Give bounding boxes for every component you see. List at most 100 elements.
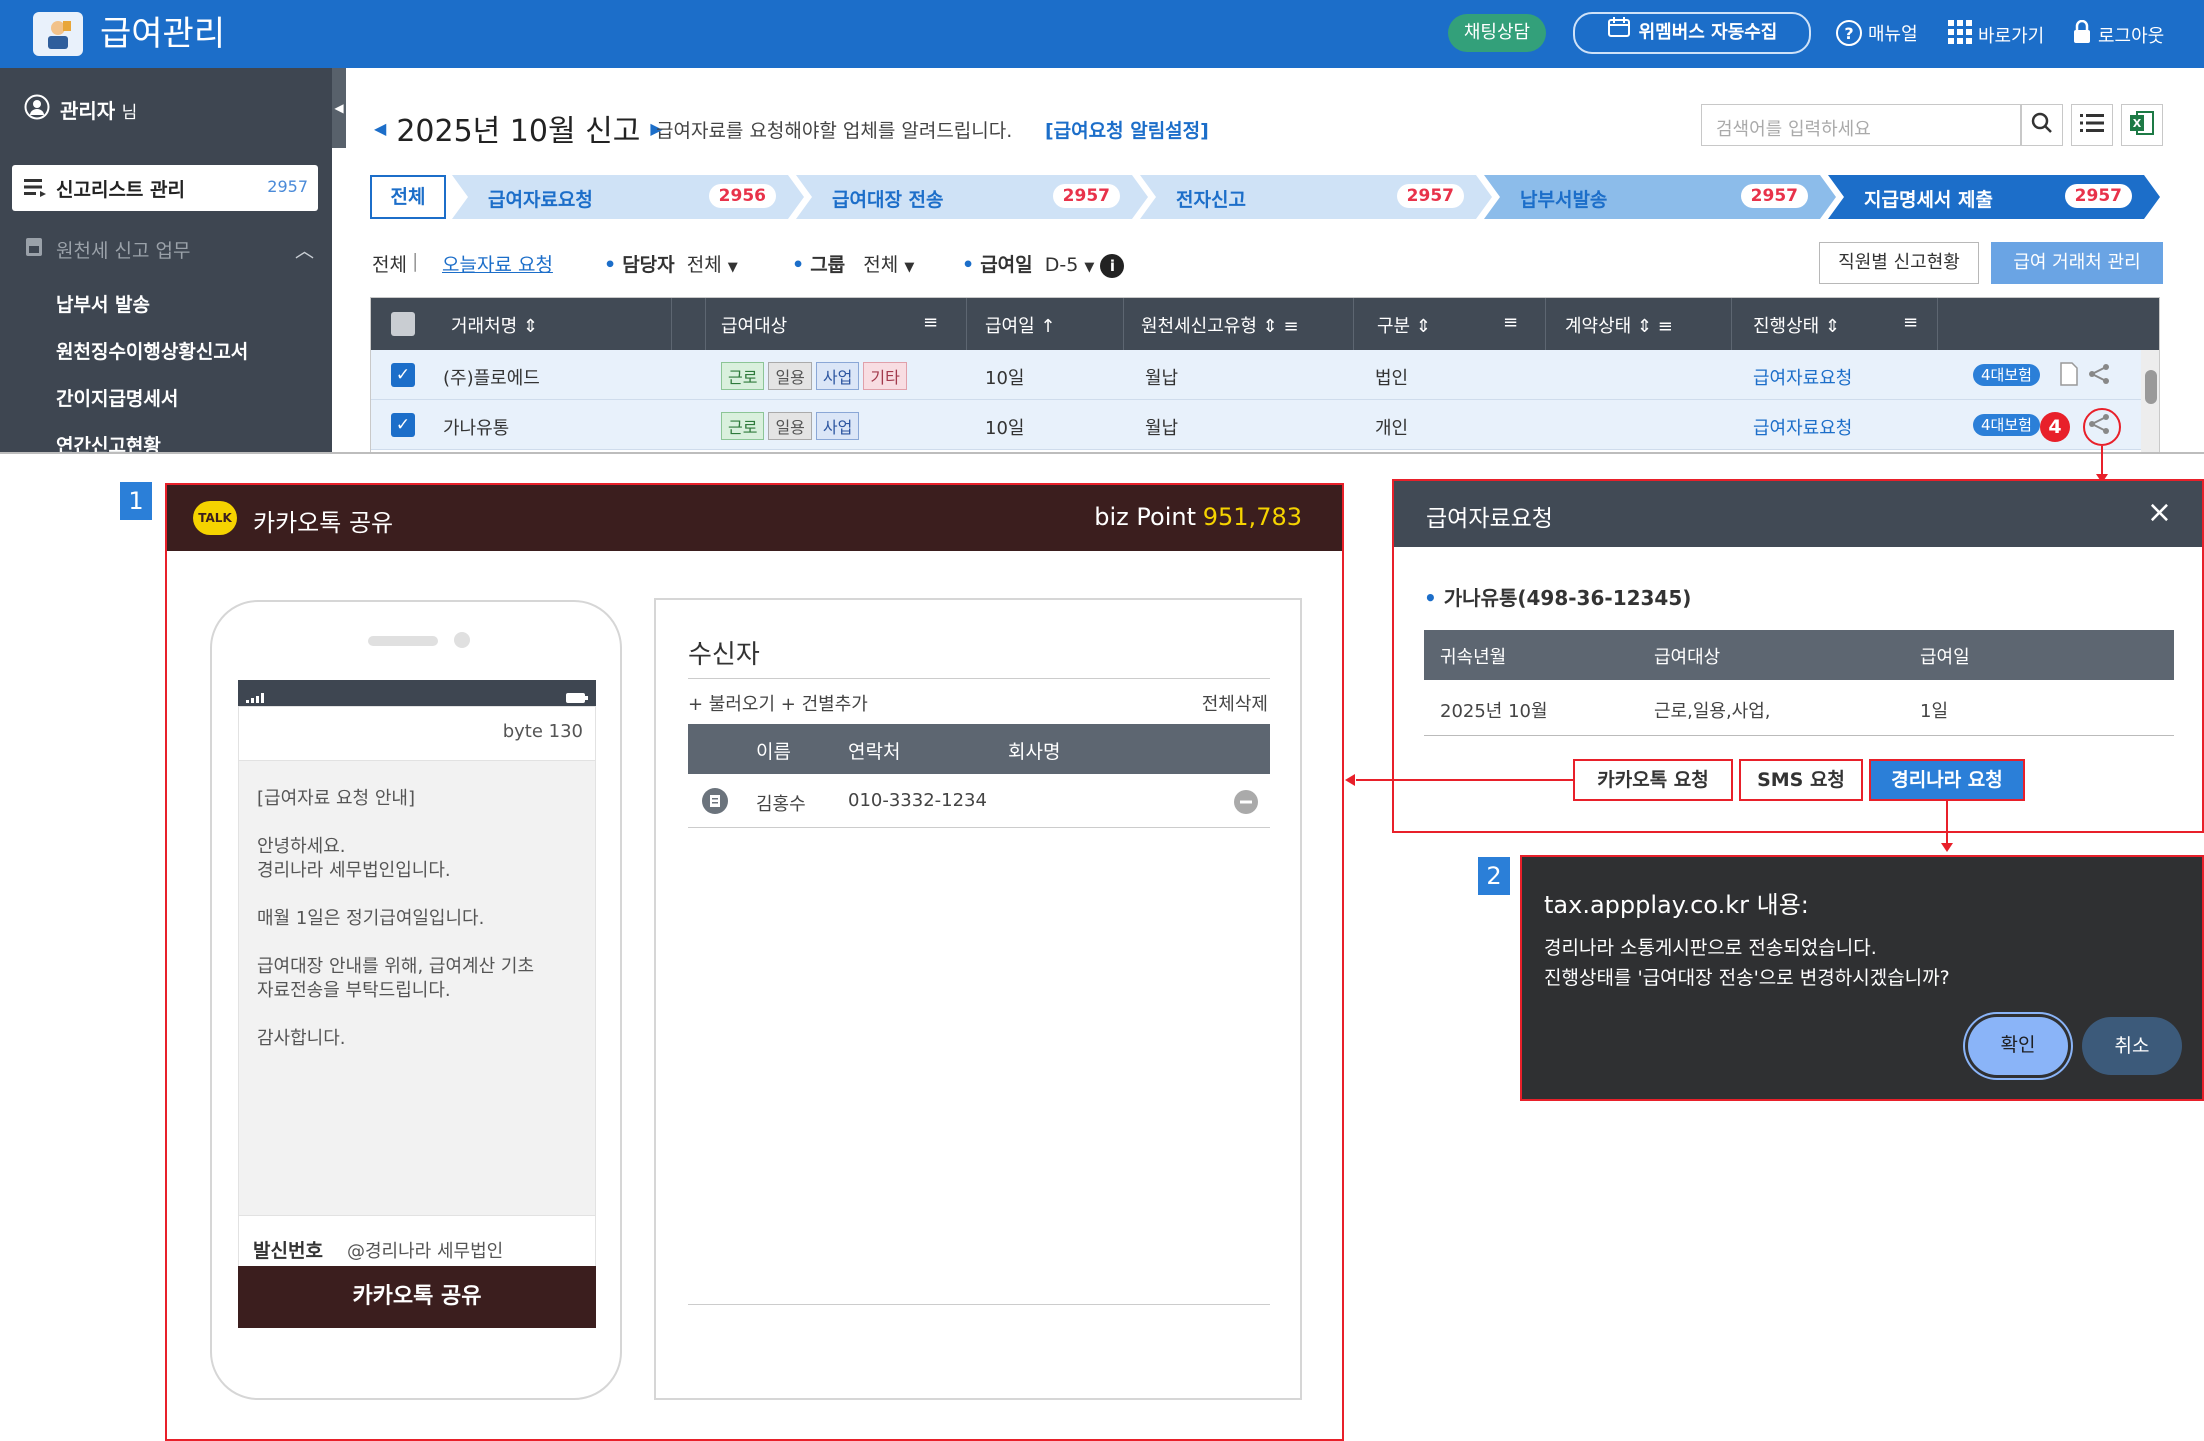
document-icon[interactable] (2059, 362, 2079, 391)
sidebar-item-simple-statement[interactable]: 간이지급명세서 (56, 384, 178, 411)
filter-all[interactable]: 전체 (372, 250, 407, 277)
phone-preview: byte 130 [급여자료 요청 안내] 안녕하세요. 경리나라 세무법인입니… (210, 600, 622, 1400)
step-payroll-ledger[interactable]: 급여대장 전송 2957 (796, 175, 1148, 219)
select-all-checkbox[interactable] (391, 312, 415, 336)
status-link[interactable]: 급여자료요청 (1753, 364, 1852, 390)
filter-icon[interactable]: ≡ (1503, 312, 1518, 333)
step-label: 지급명세서 제출 (1864, 189, 1993, 211)
search-button[interactable] (2021, 104, 2063, 146)
close-icon[interactable]: × (2147, 495, 2172, 530)
client-manage-button[interactable]: 급여 거래처 관리 (1991, 242, 2163, 284)
col-label: 거래처명 (451, 316, 518, 337)
search-placeholder: 검색어를 입력하세요 (1716, 119, 1871, 140)
nara-request-button[interactable]: 경리나라 요청 (1869, 759, 2025, 801)
caret-down-icon: ▼ (1084, 260, 1095, 275)
manager-value: 전체 (686, 254, 722, 276)
group-filter[interactable]: • 그룹 전체 ▼ (792, 250, 914, 277)
top-bar: 급여관리 채팅상담 위멤버스 자동수집 ? 매뉴얼 바로가기 로그아웃 (0, 0, 2204, 68)
table-header: 거래처명 ⇕ 급여대상 ≡ 급여일 ↑ 원천세신고유형 ⇕ ≡ 구분 ⇕ ≡ 계… (371, 298, 2159, 350)
kakao-request-button[interactable]: 카카오톡 요청 (1573, 759, 1733, 801)
sms-request-button[interactable]: SMS 요청 (1739, 759, 1863, 801)
col-header-target[interactable]: 급여대상 (721, 312, 787, 338)
col-separator (1123, 298, 1124, 350)
connector-line (1946, 801, 1948, 845)
recipient-title: 수신자 (688, 640, 760, 670)
info-icon[interactable]: i (1100, 254, 1125, 278)
col-header-report-type[interactable]: 원천세신고유형 ⇕ ≡ (1141, 312, 1299, 338)
tag-regular: 근로 (721, 362, 765, 390)
col-header-client[interactable]: 거래처명 ⇕ (451, 312, 538, 338)
step-payment-notice[interactable]: 납부서발송 2957 (1484, 175, 1836, 219)
step-statement-submit[interactable]: 지급명세서 제출 2957 (1828, 175, 2160, 219)
manual-label: 매뉴얼 (1868, 24, 1918, 45)
recipient-row[interactable]: 김홍수 010-3332-1234 (688, 774, 1270, 828)
step-label: 전자신고 (1176, 189, 1246, 211)
row-checkbox[interactable]: ✓ (391, 363, 415, 387)
shortcut-link[interactable]: 바로가기 (1948, 20, 2044, 49)
col-header-kind[interactable]: 구분 ⇕ (1377, 312, 1431, 338)
manual-link[interactable]: ? 매뉴얼 (1836, 20, 1918, 46)
dialog-ok-button[interactable]: 확인 (1968, 1017, 2068, 1075)
wemembers-autocollect-button[interactable]: 위멤버스 자동수집 (1573, 12, 1811, 54)
connector-line (2101, 446, 2103, 476)
search-input[interactable]: 검색어를 입력하세요 (1701, 104, 2021, 146)
excel-download-button[interactable]: X (2121, 104, 2163, 146)
client-name: (주)플로에드 (443, 368, 540, 389)
kind: 법인 (1375, 368, 1409, 389)
kakao-share-button[interactable]: 카카오톡 공유 (238, 1266, 596, 1328)
sidebar-section-withholding[interactable]: 원천세 신고 업무 ︿ (24, 236, 314, 263)
sort-up-icon: ↑ (1040, 316, 1056, 337)
list-view-button[interactable] (2071, 104, 2113, 146)
filter-icon[interactable]: ≡ (923, 312, 938, 333)
logout-link[interactable]: 로그아웃 (2072, 19, 2164, 49)
payday-filter[interactable]: • 급여일 D-5 ▼ i (962, 250, 1125, 278)
sidebar-item-report-list[interactable]: 신고리스트 관리 2957 (12, 165, 318, 211)
message-body[interactable]: [급여자료 요청 안내] 안녕하세요. 경리나라 세무법인입니다. 매월 1일은… (257, 787, 587, 1051)
remove-recipient-icon[interactable] (1234, 790, 1258, 818)
app-title: 급여관리 (100, 14, 226, 54)
col-header-contract[interactable]: 계약상태 ⇕ ≡ (1565, 312, 1673, 338)
manager-filter[interactable]: • 담당자 전체 ▼ (604, 250, 738, 277)
dialog-cancel-button[interactable]: 취소 (2082, 1017, 2182, 1075)
sidebar-item-payment-notice[interactable]: 납부서 발송 (56, 290, 150, 317)
sort-icon: ⇕ (1415, 316, 1431, 337)
filter-icon[interactable]: ≡ (1903, 312, 1918, 333)
kakao-panel-title: 카카오톡 공유 (253, 509, 394, 537)
search-icon (2031, 112, 2053, 138)
period-label: 2025년 10월 신고 (396, 114, 641, 149)
sidebar-item-withholding-report[interactable]: 원천징수이행상황신고서 (56, 337, 248, 364)
row-checkbox[interactable]: ✓ (391, 413, 415, 437)
period-value: 2025년 10월 (1440, 701, 1548, 722)
target-tags: 근로 일용 사업 기타 (721, 362, 911, 390)
filter-today-request[interactable]: 오늘자료 요청 (442, 250, 553, 277)
alert-settings-link[interactable]: [급여요청 알림설정] (1045, 116, 1209, 143)
step-e-filing[interactable]: 전자신고 2957 (1140, 175, 1492, 219)
battery-icon (566, 688, 588, 707)
prev-period-icon[interactable]: ◀ (374, 119, 386, 138)
col-label: 진행상태 (1753, 316, 1820, 337)
col-separator (966, 298, 967, 350)
table-scrollbar[interactable] (2141, 350, 2159, 452)
share-icon[interactable] (2087, 362, 2111, 391)
table-row[interactable]: ✓ 가나유통 근로 일용 사업 10일 월납 개인 급여자료요청 4대보험 (371, 400, 2159, 450)
col-period: 귀속년월 (1440, 647, 1507, 668)
scrollbar-thumb[interactable] (2145, 370, 2157, 404)
request-table-header: 귀속년월 급여대상 급여일 (1424, 630, 2174, 680)
recipient-phone: 010-3332-1234 (848, 790, 987, 811)
col-header-payday[interactable]: 급여일 ↑ (985, 312, 1056, 338)
col-header-status[interactable]: 진행상태 ⇕ (1753, 312, 1840, 338)
clear-all-link[interactable]: 전체삭제 (1202, 690, 1268, 716)
list-icon (2080, 113, 2104, 137)
recipient-add-links[interactable]: + 불러오기 + 건별추가 (688, 690, 868, 716)
table-row[interactable]: ✓ (주)플로에드 근로 일용 사업 기타 10일 월납 법인 급여자료요청 4대보험 (371, 350, 2159, 400)
employee-report-button[interactable]: 직원별 신고현황 (1819, 242, 1979, 284)
chat-consult-button[interactable]: 채팅상담 (1448, 14, 1546, 52)
status-link[interactable]: 급여자료요청 (1753, 414, 1852, 440)
kakao-panel-header: TALK 카카오톡 공유 biz Point 951,783 (167, 485, 1342, 551)
step-all-button[interactable]: 전체 (370, 175, 446, 219)
sidebar-collapse-button[interactable]: ◀ (332, 68, 346, 148)
sidebar-item-annual-status[interactable]: 연간신고현황 (56, 431, 161, 452)
step-payroll-request[interactable]: 급여자료요청 2956 (452, 175, 804, 219)
sort-icon: ⇕ (1824, 316, 1841, 337)
app-window: 급여관리 채팅상담 위멤버스 자동수집 ? 매뉴얼 바로가기 로그아웃 관리자 … (0, 0, 2204, 454)
